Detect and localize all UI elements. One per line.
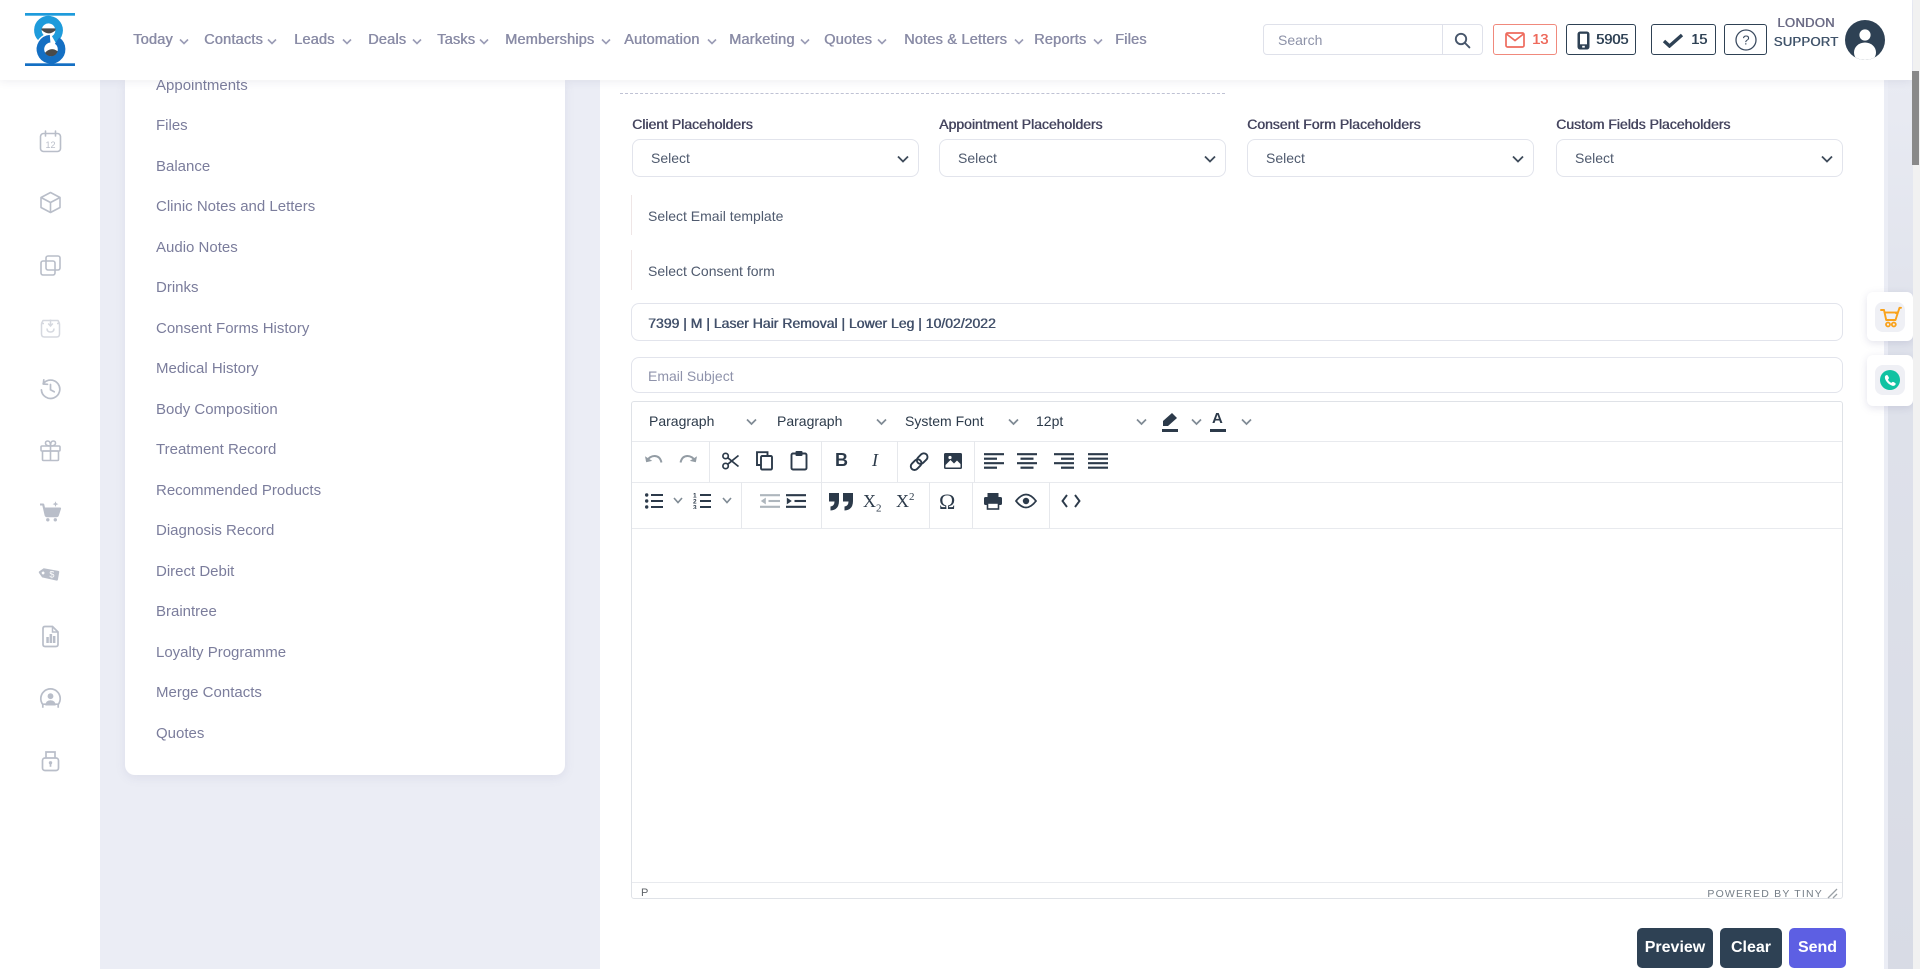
svg-text:12: 12: [45, 140, 55, 150]
svg-text:?: ?: [1742, 33, 1749, 48]
svg-text:$: $: [49, 570, 54, 580]
svg-text:3: 3: [693, 505, 697, 510]
